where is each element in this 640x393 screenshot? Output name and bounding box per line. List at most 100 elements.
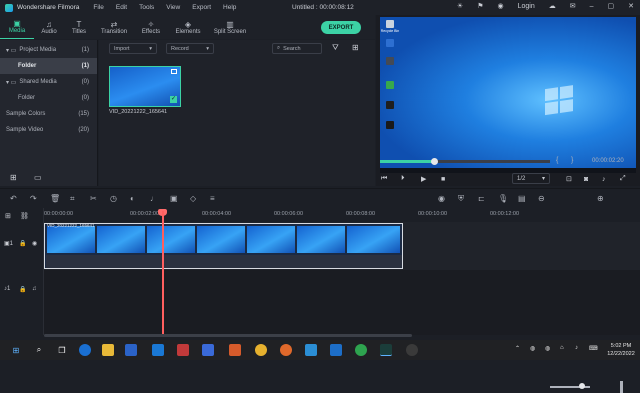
speaker-icon[interactable]: ♫ <box>32 286 37 292</box>
menu-file[interactable]: File <box>93 4 103 11</box>
store-icon[interactable] <box>125 344 137 356</box>
gift-icon[interactable]: ⚑ <box>477 2 483 10</box>
cut-icon[interactable]: ✂ <box>90 194 97 203</box>
mail-icon[interactable]: ✉ <box>570 2 576 10</box>
export-button[interactable]: EXPORT <box>321 21 361 34</box>
chrome-icon[interactable] <box>255 344 267 356</box>
login-link[interactable]: Login <box>518 3 535 10</box>
render-icon[interactable]: ◉ <box>438 194 445 203</box>
audio-mixer-icon[interactable]: ♩ <box>150 194 158 203</box>
mark-out-icon[interactable]: } <box>571 157 573 164</box>
search-input[interactable]: ⌕ Search <box>272 43 322 54</box>
keyframe-icon[interactable]: ◇ <box>190 194 196 203</box>
tree-shared-media[interactable]: ▾ ▭ Shared Media (0) <box>0 74 97 90</box>
menu-edit[interactable]: Edit <box>116 4 127 11</box>
color-icon[interactable]: ◐ <box>130 194 135 203</box>
mail-app-icon[interactable] <box>152 344 164 356</box>
step-back-icon[interactable]: ⏮ <box>381 175 387 183</box>
firefox-icon[interactable] <box>280 344 292 356</box>
microphone-icon[interactable]: 🎙 <box>498 194 508 203</box>
tab-titles[interactable]: T Titles <box>64 15 94 39</box>
adjust-icon[interactable]: ≡ <box>210 194 215 203</box>
tab-media[interactable]: ▣ Media <box>0 15 34 39</box>
menu-view[interactable]: View <box>166 4 180 11</box>
task-view-icon[interactable]: ❐ <box>56 344 68 356</box>
tray-chevron-icon[interactable]: ⌃ <box>515 345 520 352</box>
filmora-taskbar-icon[interactable] <box>380 344 392 356</box>
menu-tools[interactable]: Tools <box>139 4 154 11</box>
zoom-slider-knob[interactable] <box>579 383 585 389</box>
add-track-icon[interactable]: ⊞ <box>5 212 11 220</box>
app-icon[interactable] <box>305 344 317 356</box>
undo-icon[interactable]: ↶ <box>10 194 17 203</box>
eye-icon[interactable]: ◉ <box>32 240 37 247</box>
panel-handle[interactable] <box>620 381 623 393</box>
timeline-scrollbar[interactable] <box>44 334 412 337</box>
playhead[interactable] <box>162 211 164 335</box>
mark-in-icon[interactable]: { <box>556 157 558 164</box>
volume-icon[interactable]: ♪ <box>602 176 606 183</box>
tab-elements[interactable]: ◈ Elements <box>168 15 208 39</box>
tree-project-media[interactable]: ▾ ▭ Project Media (1) <box>0 42 97 58</box>
app-icon[interactable] <box>202 344 214 356</box>
lock-icon[interactable]: 🔒 <box>19 240 26 247</box>
media-clip-thumbnail[interactable]: ✓ <box>109 66 181 107</box>
volume-icon[interactable]: ♪ <box>575 345 578 351</box>
tab-effects[interactable]: ✧ Effects <box>134 15 168 39</box>
tab-audio[interactable]: ♫ Audio <box>34 15 64 39</box>
marker-icon[interactable]: ⊏ <box>478 194 485 203</box>
timeline-ruler[interactable]: 00:00:00:00 00:00:02:00 00:00:04:00 00:0… <box>44 208 640 222</box>
brightness-icon[interactable]: ☀ <box>457 2 463 10</box>
crop-icon[interactable]: ⌗ <box>70 194 75 204</box>
search-icon[interactable]: ⌕ <box>33 344 45 356</box>
tree-folder-selected[interactable]: Folder (1) <box>0 58 97 74</box>
tray-app-icon[interactable]: ◍ <box>530 345 535 352</box>
delete-icon[interactable]: 🗑 <box>50 194 60 203</box>
tree-sample-colors[interactable]: Sample Colors (15) <box>0 106 97 122</box>
voiceover-icon[interactable]: ▤ <box>518 194 526 203</box>
menu-help[interactable]: Help <box>223 4 236 11</box>
grid-view-icon[interactable]: ⊞ <box>352 43 359 52</box>
green-screen-icon[interactable]: ▣ <box>170 194 178 203</box>
snapshot-icon[interactable]: ⊡ <box>566 175 572 183</box>
network-icon[interactable]: ⌂ <box>560 345 564 351</box>
close-icon[interactable]: ✕ <box>628 2 634 10</box>
zoom-in-icon[interactable]: ⊕ <box>597 194 604 203</box>
app-icon[interactable] <box>406 344 418 356</box>
speed-icon[interactable]: ◷ <box>110 194 117 203</box>
shield-icon[interactable]: ⛨ <box>458 194 464 204</box>
start-icon[interactable]: ⊞ <box>10 344 22 356</box>
app-icon[interactable] <box>177 344 189 356</box>
menu-export[interactable]: Export <box>192 4 211 11</box>
language-icon[interactable]: ⌨ <box>589 345 598 352</box>
preview-quality-dropdown[interactable]: 1/2 ▾ <box>512 173 550 184</box>
camera-icon[interactable]: ◙ <box>584 176 588 183</box>
filter-icon[interactable]: ⛛ <box>332 43 339 53</box>
link-icon[interactable]: ⛓ <box>20 212 29 220</box>
maximize-icon[interactable]: ▢ <box>608 2 615 10</box>
app-icon[interactable] <box>330 344 342 356</box>
file-explorer-icon[interactable] <box>102 344 114 356</box>
minimize-icon[interactable]: – <box>590 3 594 10</box>
new-folder-icon[interactable]: ⊞ <box>10 173 17 182</box>
app-icon[interactable] <box>355 344 367 356</box>
account-icon[interactable]: ◉ <box>497 2 503 10</box>
record-dropdown[interactable]: Record ▾ <box>166 43 214 54</box>
tray-app-icon[interactable]: ◍ <box>545 345 550 352</box>
edge-icon[interactable] <box>79 344 91 356</box>
stop-icon[interactable]: ■ <box>441 176 445 183</box>
redo-icon[interactable]: ↷ <box>30 194 37 203</box>
tree-shared-folder[interactable]: Folder (0) <box>0 90 97 106</box>
lock-icon[interactable]: 🔒 <box>19 286 26 293</box>
folder-icon[interactable]: ▭ <box>34 173 42 182</box>
tree-sample-video[interactable]: Sample Video (20) <box>0 122 97 138</box>
fullscreen-icon[interactable]: ⤢ <box>620 175 626 183</box>
import-dropdown[interactable]: Import ▾ <box>109 43 157 54</box>
play-icon[interactable]: ▶ <box>421 175 426 183</box>
system-clock[interactable]: 5:02 PM 12/22/2022 <box>604 342 638 358</box>
tab-split-screen[interactable]: ▥ Split Screen <box>208 15 252 39</box>
zoom-out-icon[interactable]: ⊖ <box>538 194 545 203</box>
app-icon[interactable] <box>229 344 241 356</box>
tab-transition[interactable]: ⇄ Transition <box>94 15 134 39</box>
cloud-icon[interactable]: ☁ <box>549 2 556 10</box>
